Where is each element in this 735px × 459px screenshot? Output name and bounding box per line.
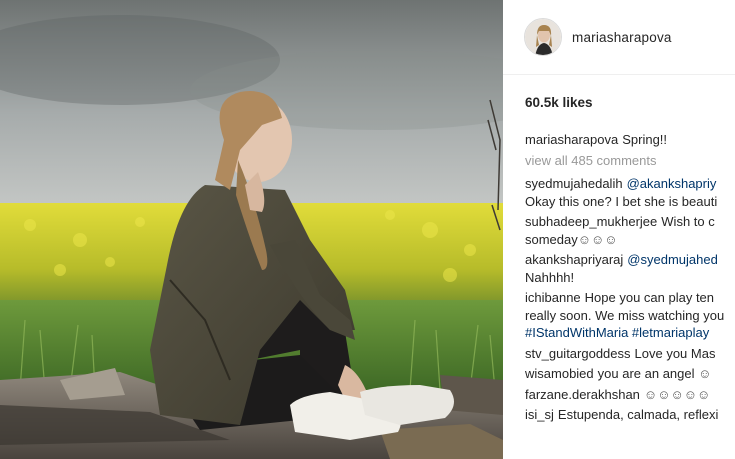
comment-item: ichibanne Hope you can play ten really so…	[525, 289, 735, 342]
smile-emoji-icon: ☺	[698, 366, 712, 381]
comment-item: syedmujahedalih @akankshapriy Okay this o…	[525, 175, 735, 210]
post-photo[interactable]	[0, 0, 503, 459]
comment-text: Love you Mas	[634, 345, 716, 361]
view-all-comments-link[interactable]: view all 485 comments	[525, 152, 735, 170]
comment-mention[interactable]: @syedmujahed	[627, 252, 718, 267]
caption: mariasharapova Spring!!	[525, 131, 735, 149]
comments-list: mariasharapova Spring!! view all 485 comm…	[525, 131, 735, 427]
smile-emoji-icon: ☺☺☺☺☺	[643, 386, 711, 402]
comment-username[interactable]: mariasharapova	[525, 132, 618, 147]
caption-text: Spring!!	[622, 132, 668, 147]
comment-text: really soon. We miss watching you	[525, 307, 725, 323]
comment-item: akankshapriyaraj @syedmujahed Nahhhh!	[525, 251, 735, 286]
comment-item: stv_guitargoddess Love you Mas	[525, 345, 735, 363]
comment-text: Okay this one? I bet she is beauti	[525, 193, 718, 209]
comment-item: isi_sj Estupenda, calmada, reflexi	[525, 406, 735, 424]
comment-username[interactable]: akankshapriyaraj	[525, 252, 623, 267]
post-photo-illustration	[0, 0, 503, 459]
comment-hashtags[interactable]: #IStandWithMaria #letmariaplay	[525, 325, 709, 340]
comment-item: farzane.derakhshan ☺☺☺☺☺	[525, 386, 735, 404]
comment-text: Hope you can play ten	[584, 290, 715, 305]
smile-emoji-icon: ☺☺☺	[577, 231, 618, 247]
comment-item: wisamobied you are an angel ☺	[525, 365, 735, 383]
comment-text: Estupenda, calmada, reflexi	[557, 407, 719, 422]
post-author-username[interactable]: mariasharapova	[572, 30, 672, 45]
avatar-icon	[525, 19, 561, 55]
profile-avatar[interactable]	[524, 18, 562, 56]
comment-username[interactable]: farzane.derakhshan	[525, 387, 640, 402]
post-sidebar: mariasharapova 60.5k likes mariasharapov…	[503, 0, 735, 459]
comment-item: subhadeep_mukherjee Wish to c someday☺☺☺	[525, 213, 735, 248]
comment-text: Nahhhh!	[525, 269, 575, 285]
comment-username[interactable]: isi_sj	[525, 407, 554, 422]
comment-username[interactable]: ichibanne	[525, 290, 581, 305]
comment-text: someday	[525, 231, 578, 247]
comment-text: you are an angel	[597, 366, 695, 381]
comment-mention[interactable]: @akankshapriy	[627, 176, 717, 191]
comment-username[interactable]: subhadeep_mukherjee	[525, 214, 657, 229]
comment-text: Wish to c	[661, 214, 715, 229]
post-header: mariasharapova	[503, 0, 735, 75]
comment-username[interactable]: stv_guitargoddess	[525, 346, 631, 361]
comment-username[interactable]: wisamobied	[525, 366, 594, 381]
likes-count[interactable]: 60.5k likes	[525, 95, 593, 110]
comment-username[interactable]: syedmujahedalih	[525, 176, 623, 191]
